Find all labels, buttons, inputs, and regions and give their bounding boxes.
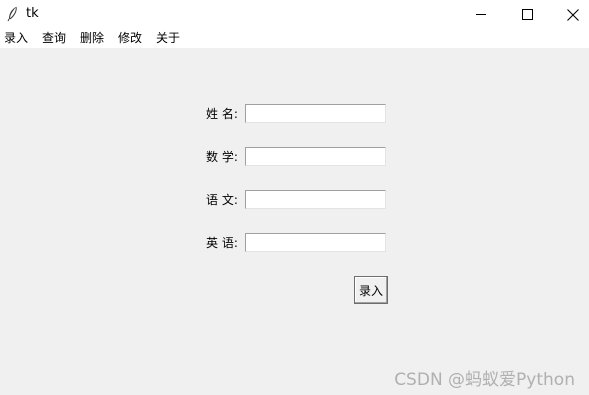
title-bar: tk — [0, 0, 589, 29]
menu-item-query[interactable]: 查询 — [42, 31, 66, 46]
menu-bar: 录入 查询 删除 修改 关于 — [0, 29, 589, 48]
chinese-label: 语 文: — [206, 193, 238, 207]
english-input[interactable] — [245, 233, 386, 252]
feather-icon — [6, 6, 20, 22]
maximize-icon — [521, 9, 533, 20]
menu-item-delete[interactable]: 删除 — [80, 31, 104, 46]
window-title: tk — [26, 6, 39, 21]
menu-item-about[interactable]: 关于 — [156, 31, 180, 46]
name-input[interactable] — [245, 104, 386, 123]
math-label: 数 学: — [206, 150, 238, 164]
close-button[interactable] — [550, 0, 589, 29]
maximize-button[interactable] — [504, 0, 550, 29]
close-icon — [567, 8, 579, 21]
menu-item-enter[interactable]: 录入 — [4, 31, 28, 46]
watermark-text: CSDN @蚂蚁爱Python — [394, 370, 575, 390]
minimize-button[interactable] — [458, 0, 504, 29]
submit-button[interactable]: 录入 — [354, 276, 388, 304]
menu-item-modify[interactable]: 修改 — [118, 31, 142, 46]
minimize-icon — [475, 9, 487, 20]
app-window: tk 录入 查询 删除 修改 关于 姓 名: 数 学: 语 文: 英 语: 录入… — [0, 0, 589, 395]
math-input[interactable] — [245, 147, 386, 166]
chinese-input[interactable] — [245, 190, 386, 209]
english-label: 英 语: — [206, 236, 238, 250]
name-label: 姓 名: — [206, 107, 238, 121]
